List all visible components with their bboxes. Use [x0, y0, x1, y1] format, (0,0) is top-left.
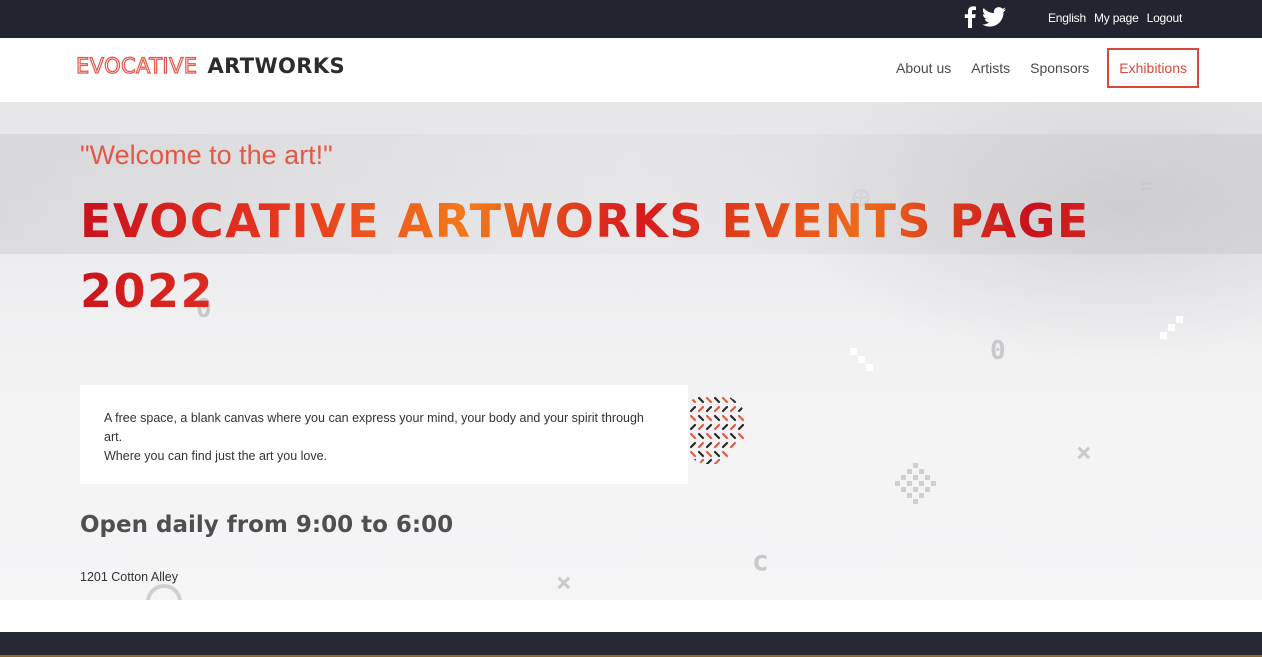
pattern-circle-decor [689, 394, 749, 464]
description-line: Where you can find just the art you love… [104, 449, 328, 463]
decor-glyph: × [556, 568, 572, 598]
pixel-steps-decor [850, 348, 873, 371]
site-header: EVOCATIVE ARTWORKS About us Artists Spon… [0, 38, 1262, 102]
nav-about-us[interactable]: About us [886, 48, 961, 88]
facebook-icon[interactable] [964, 6, 976, 33]
nav-artists[interactable]: Artists [961, 48, 1020, 88]
twitter-icon[interactable] [982, 7, 1006, 32]
decor-glyph: c [752, 544, 769, 577]
description-card: A free space, a blank canvas where you c… [80, 385, 688, 484]
site-logo[interactable]: EVOCATIVE ARTWORKS [75, 53, 346, 78]
site-footer [0, 632, 1262, 657]
utility-links: English My page Logout [1048, 11, 1182, 25]
logo-text-outline: EVOCATIVE [75, 53, 198, 78]
logo-text-solid: ARTWORKS [207, 54, 346, 78]
decor-glyph: × [1076, 438, 1092, 468]
diamond-dots-decor [895, 463, 936, 504]
page-headline: EVOCATIVE ARTWORKS EVENTS PAGE 2022 [80, 186, 1180, 326]
my-page-link[interactable]: My page [1094, 11, 1139, 25]
nav-sponsors[interactable]: Sponsors [1020, 48, 1099, 88]
opening-hours: Open daily from 9:00 to 6:00 [80, 512, 454, 538]
logout-link[interactable]: Logout [1147, 11, 1183, 25]
main-nav: About us Artists Sponsors Exhibitions [886, 48, 1199, 88]
language-link[interactable]: English [1048, 11, 1086, 25]
nav-exhibitions[interactable]: Exhibitions [1107, 48, 1199, 88]
address-text: 1201 Cotton Alley [80, 570, 178, 584]
hero-section: 0 0 c = × × ⊕ "Welcome to the art!" EVOC… [0, 102, 1262, 600]
decor-glyph: 0 [990, 336, 1006, 366]
top-utility-bar: English My page Logout [0, 0, 1262, 38]
description-line: A free space, a blank canvas where you c… [104, 411, 644, 444]
footer-spacer [0, 600, 1262, 632]
circle-decor [146, 584, 182, 600]
welcome-text: "Welcome to the art!" [80, 140, 333, 170]
social-links [964, 6, 1006, 33]
